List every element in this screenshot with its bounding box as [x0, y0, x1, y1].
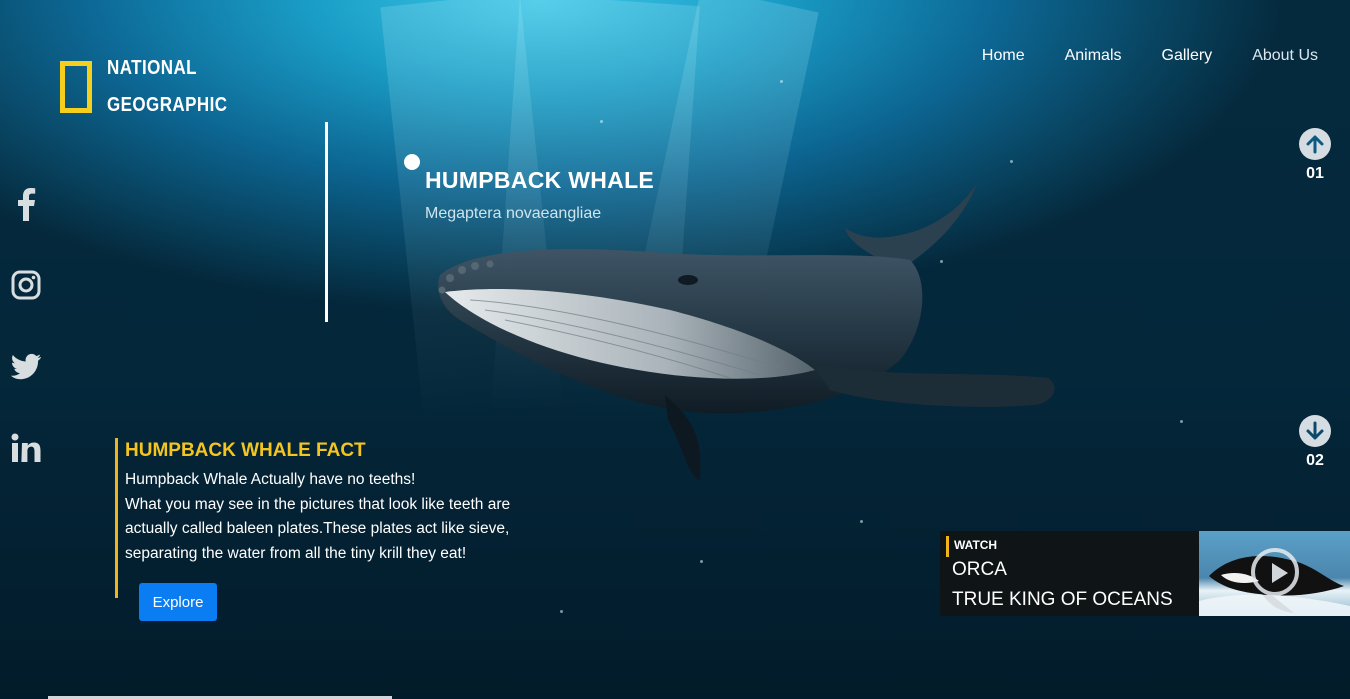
vertical-divider — [325, 122, 328, 322]
fact-panel: HUMPBACK WHALE FACT Humpback Whale Actua… — [115, 438, 525, 598]
bubble — [600, 120, 603, 123]
bubble — [860, 520, 863, 523]
bubble — [700, 560, 703, 563]
logo-frame-icon — [60, 61, 92, 113]
title-dot — [404, 154, 420, 170]
instagram-icon[interactable] — [10, 268, 42, 302]
play-icon[interactable] — [1251, 548, 1299, 596]
orca-video-thumbnail[interactable] — [1199, 531, 1350, 616]
main-nav: Home Animals Gallery About Us — [982, 47, 1318, 65]
pager-next-number: 02 — [1306, 452, 1324, 469]
bubble — [1180, 420, 1183, 423]
logo-line-2: GEOGRAPHIC — [107, 94, 228, 116]
explore-button[interactable]: Explore — [139, 583, 217, 621]
fact-line: What you may see in the pictures that lo… — [125, 495, 511, 513]
bubble — [780, 80, 783, 83]
watch-title-1: ORCA — [952, 559, 1007, 580]
bubble — [1010, 160, 1013, 163]
linkedin-icon[interactable] — [10, 431, 42, 465]
facebook-icon[interactable] — [10, 186, 42, 222]
twitter-icon[interactable] — [10, 350, 42, 384]
watch-accent-bar — [946, 536, 949, 557]
fact-line: Humpback Whale Actually have no teeths! — [125, 471, 416, 488]
arrow-down-icon[interactable] — [1299, 415, 1331, 447]
bubble — [560, 610, 563, 613]
nav-about-us[interactable]: About Us — [1252, 47, 1318, 65]
fact-line: separating the water from all the tiny k… — [125, 544, 467, 562]
nav-animals[interactable]: Animals — [1065, 47, 1122, 65]
nav-home[interactable]: Home — [982, 47, 1025, 65]
pager-next[interactable]: 02 — [1298, 415, 1332, 470]
watch-label: WATCH — [954, 538, 998, 552]
watch-card[interactable]: WATCH ORCA TRUE KING OF OCEANS — [940, 531, 1350, 616]
brand-logo[interactable]: NATIONAL GEOGRAPHIC — [60, 50, 249, 124]
humpback-whale-image — [438, 182, 1055, 480]
watch-title-2: TRUE KING OF OCEANS — [952, 589, 1173, 610]
logo-line-1: NATIONAL — [107, 57, 197, 79]
pager-prev-number: 01 — [1306, 165, 1324, 182]
pager-prev[interactable]: 01 — [1298, 128, 1332, 183]
fact-title: HUMPBACK WHALE FACT — [125, 440, 366, 461]
fact-body: Humpback Whale Actually have no teeths! … — [125, 468, 525, 566]
arrow-up-icon[interactable] — [1299, 128, 1331, 160]
nav-gallery[interactable]: Gallery — [1162, 47, 1213, 65]
fact-line: actually called baleen plates.These plat… — [125, 520, 510, 537]
logo-text: NATIONAL GEOGRAPHIC — [107, 50, 227, 124]
